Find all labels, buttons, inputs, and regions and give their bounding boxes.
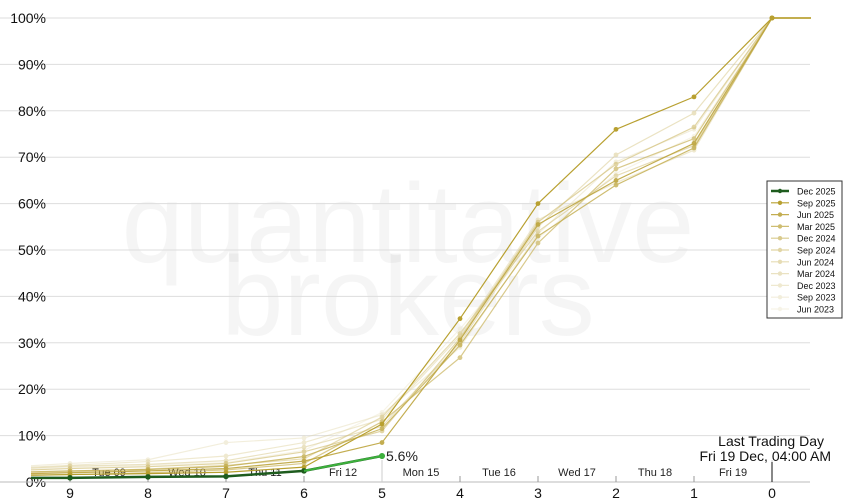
data-point xyxy=(691,110,697,116)
data-point xyxy=(223,440,229,445)
watermark: quantitative brokers xyxy=(122,161,695,359)
data-point xyxy=(691,94,697,100)
data-point xyxy=(457,337,463,343)
data-point xyxy=(613,178,619,183)
data-point xyxy=(535,222,541,227)
legend-label: Jun 2024 xyxy=(797,257,834,267)
day-label: Mon 15 xyxy=(403,467,440,479)
data-point xyxy=(691,124,697,130)
y-tick-label: 70% xyxy=(18,149,46,165)
data-point xyxy=(223,473,229,480)
data-point xyxy=(769,15,775,21)
legend-swatch-point xyxy=(777,306,783,312)
x-tick-label: 0 xyxy=(768,485,776,500)
legend-swatch-point xyxy=(777,271,783,276)
data-point xyxy=(457,342,463,348)
legend-swatch-point xyxy=(777,200,783,205)
data-point xyxy=(613,166,619,172)
data-point xyxy=(379,426,385,432)
data-point xyxy=(301,458,307,464)
data-point xyxy=(301,440,307,445)
day-label: Wed 17 xyxy=(558,467,596,479)
day-label: Tue 16 xyxy=(482,467,516,479)
data-point xyxy=(613,182,619,188)
legend-swatch-point xyxy=(777,259,783,264)
x-tick-label: 2 xyxy=(612,485,620,500)
legend-swatch-point xyxy=(777,283,783,288)
x-axis: 9 8 7 6 5 4 3 2 1 0 xyxy=(0,476,810,500)
y-tick-label: 90% xyxy=(18,56,46,72)
data-point xyxy=(379,414,385,420)
chart: quantitative brokers 0%10%20%30%40%50%60… xyxy=(0,10,843,500)
data-point xyxy=(613,152,619,158)
current-value-label: 5.6% xyxy=(386,448,418,464)
legend-swatch-point xyxy=(777,247,783,253)
day-label: Thu 18 xyxy=(638,467,672,479)
day-label: Fri 12 xyxy=(329,467,357,479)
data-point xyxy=(301,449,307,455)
legend-label: Dec 2024 xyxy=(797,234,836,244)
legend-swatch-point xyxy=(777,224,783,229)
y-tick-label: 80% xyxy=(18,103,46,119)
legend-swatch-point xyxy=(777,295,783,300)
last-trading-day-date: Fri 19 Dec, 04:00 AM xyxy=(699,448,831,464)
last-trading-day-title: Last Trading Day xyxy=(718,433,824,449)
legend-label: Dec 2023 xyxy=(797,281,836,291)
legend-label: Sep 2023 xyxy=(797,293,836,303)
data-point xyxy=(301,435,307,441)
data-point xyxy=(613,173,619,179)
x-tick-label: 8 xyxy=(144,485,152,500)
x-tick-label: 5 xyxy=(378,485,386,500)
legend-label: Mar 2025 xyxy=(797,222,835,232)
data-point xyxy=(535,240,541,246)
data-point xyxy=(535,229,541,234)
data-point xyxy=(379,421,385,427)
data-point xyxy=(379,440,385,445)
legend-label: Sep 2025 xyxy=(797,198,836,208)
data-point xyxy=(301,444,307,450)
legend-label: Jun 2023 xyxy=(797,305,834,315)
data-point xyxy=(223,453,229,459)
annotations: 5.6% Last Trading Day Fri 19 Dec, 04:00 … xyxy=(386,433,831,482)
data-point xyxy=(613,161,619,167)
data-point xyxy=(457,316,463,322)
y-tick-label: 20% xyxy=(18,381,46,397)
legend-label: Mar 2024 xyxy=(797,269,835,279)
x-tick-label: 9 xyxy=(66,485,74,500)
x-tick-label: 7 xyxy=(222,485,230,500)
legend-swatch-point xyxy=(777,212,783,217)
legend: Dec 2025Sep 2025 Jun 2025 Mar 2025 Dec 2024… xyxy=(766,180,843,319)
y-tick-label: 30% xyxy=(18,335,46,351)
legend-swatch-point xyxy=(777,236,783,241)
data-point xyxy=(67,475,73,481)
legend-label: Jun 2025 xyxy=(797,210,834,220)
data-point xyxy=(145,474,151,480)
day-label: Fri 19 xyxy=(719,467,747,479)
data-point xyxy=(691,140,697,146)
y-tick-label: 40% xyxy=(18,288,46,304)
x-tick-label: 3 xyxy=(534,485,542,500)
data-point xyxy=(301,454,307,459)
data-point xyxy=(457,355,463,361)
y-tick-label: 10% xyxy=(18,428,46,444)
x-tick-label: 4 xyxy=(456,485,464,500)
data-point xyxy=(691,145,697,151)
x-tick-label: 1 xyxy=(690,485,698,500)
y-tick-label: 60% xyxy=(18,196,46,212)
y-tick-label: 50% xyxy=(18,242,46,258)
legend-label: Sep 2024 xyxy=(797,246,836,256)
data-point xyxy=(613,126,619,132)
x-tick-label: 6 xyxy=(300,485,308,500)
legend-label: Dec 2025 xyxy=(797,187,836,197)
data-point xyxy=(535,201,541,207)
y-tick-label: 100% xyxy=(10,10,46,26)
data-point xyxy=(535,233,541,239)
legend-swatch-point xyxy=(777,188,783,194)
